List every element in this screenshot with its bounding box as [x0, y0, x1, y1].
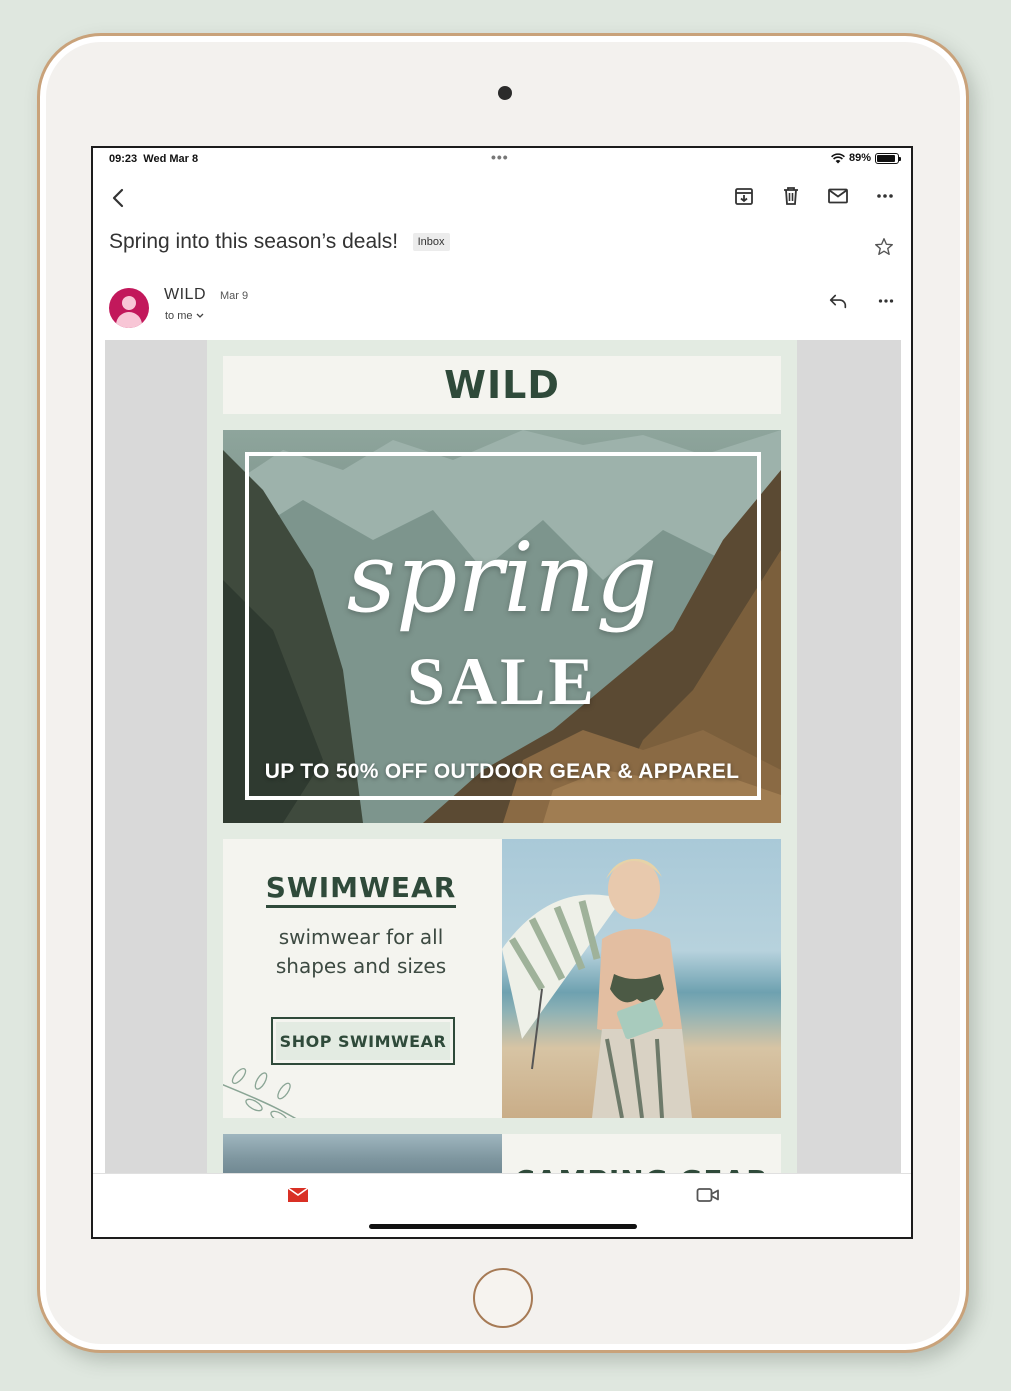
leaf-icon — [223, 1067, 297, 1118]
sender-name[interactable]: WILD — [164, 286, 206, 304]
status-indicators: 89% — [831, 152, 901, 164]
inbox-label[interactable]: Inbox — [412, 233, 450, 251]
battery-percent: 89% — [848, 152, 871, 164]
shop-swimwear-button[interactable]: SHOP SWIMWEAR — [271, 1017, 455, 1065]
promo-title: SWIMWEAR — [223, 871, 499, 908]
trash-icon[interactable] — [779, 184, 803, 208]
subject-row: Spring into this season’s deals! Inbox — [109, 230, 897, 260]
email-toolbar — [93, 180, 911, 216]
mail-icon[interactable] — [826, 184, 850, 208]
home-indicator — [369, 1224, 637, 1229]
star-icon[interactable] — [873, 236, 895, 258]
avatar[interactable] — [109, 288, 149, 328]
chevron-down-icon — [196, 313, 204, 318]
swimwear-promo: SWIMWEAR swimwear for all shapes and siz… — [223, 839, 781, 1118]
email-body: WILD spring SALE UP TO 50% OFF OUTDOOR G… — [105, 340, 901, 1175]
newsletter-header: WILD — [223, 356, 781, 414]
battery-icon — [875, 152, 901, 164]
hero-banner[interactable]: spring SALE UP TO 50% OFF OUTDOOR GEAR &… — [223, 430, 781, 823]
mail-tab-icon[interactable] — [287, 1186, 309, 1204]
sender-date: Mar 9 — [220, 290, 249, 302]
multitask-dots[interactable]: ••• — [491, 149, 509, 165]
promo-subtitle: swimwear for all shapes and sizes — [275, 925, 447, 978]
promo-text: SWIMWEAR swimwear for all shapes and siz… — [223, 839, 502, 1118]
more-icon[interactable] — [873, 184, 897, 208]
recipient-toggle[interactable]: to me — [165, 310, 204, 322]
status-bar: 09:23 Wed Mar 8 ••• 89% — [93, 148, 911, 172]
more-icon[interactable] — [875, 290, 897, 312]
archive-icon[interactable] — [732, 184, 756, 208]
status-time: 09:23 Wed Mar 8 — [109, 153, 199, 165]
email-subject: Spring into this season’s deals! — [109, 230, 399, 253]
hero-offer: UP TO 50% OFF OUTDOOR GEAR & APPAREL — [264, 760, 740, 783]
newsletter: WILD spring SALE UP TO 50% OFF OUTDOOR G… — [207, 340, 797, 1175]
back-icon[interactable] — [107, 184, 131, 212]
camping-photo[interactable] — [223, 1134, 502, 1175]
home-button[interactable] — [473, 1268, 533, 1328]
video-tab-icon[interactable] — [696, 1186, 720, 1204]
beach-illustration — [502, 858, 692, 1118]
brand-logo[interactable]: WILD — [444, 363, 560, 407]
hero-title: SALE — [407, 643, 597, 719]
wifi-icon — [831, 152, 845, 163]
front-camera — [498, 86, 512, 100]
reply-icon[interactable] — [827, 290, 849, 312]
swimwear-photo[interactable] — [502, 839, 781, 1118]
screen: 09:23 Wed Mar 8 ••• 89% Spring into this… — [91, 146, 913, 1239]
sender-row: WILD Mar 9 to me — [109, 284, 897, 334]
hero-script-text: spring — [346, 522, 658, 634]
bottom-tab-bar — [93, 1173, 911, 1237]
camping-gear-promo: CAMPING GEAR — [223, 1134, 781, 1175]
